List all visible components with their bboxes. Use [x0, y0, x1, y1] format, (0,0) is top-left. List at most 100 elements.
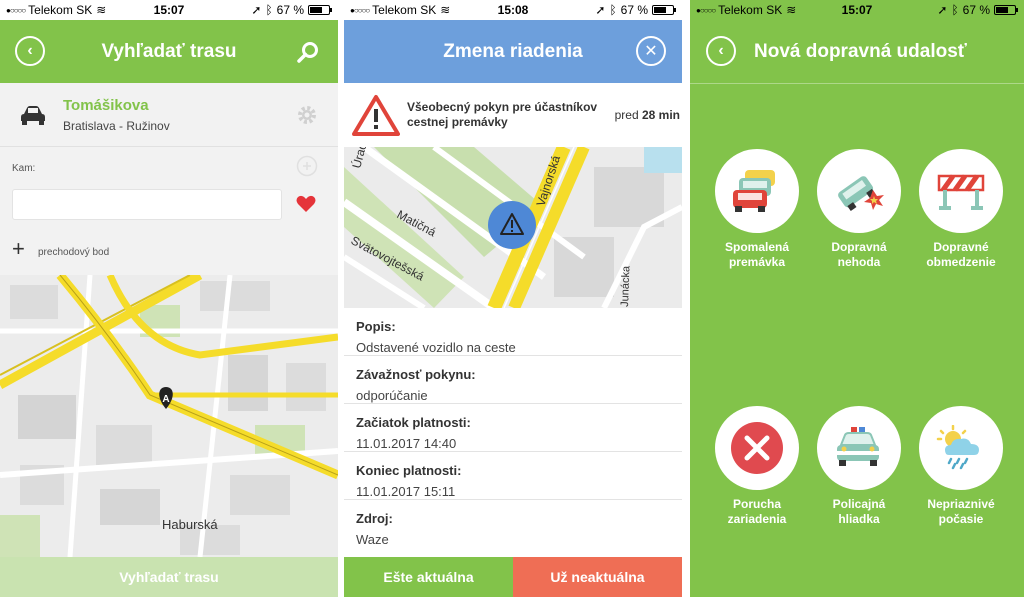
- clock: 15:08: [497, 3, 529, 17]
- category-police-patrol[interactable]: Policajná hliadka: [809, 406, 909, 527]
- category-label: Policajná hliadka: [809, 497, 909, 527]
- status-right: ➚ ᛒ 67 %: [937, 3, 1018, 17]
- detail-label: Začiatok platnosti:: [356, 415, 471, 430]
- destination-input[interactable]: [12, 189, 282, 220]
- origin-name: Tomášikova: [63, 97, 149, 114]
- still-valid-button[interactable]: Ešte aktuálna: [344, 557, 513, 597]
- category-label: Spomalená premávka: [707, 240, 807, 270]
- detail-list: Popis: Odstavené vozidlo na ceste Závažn…: [344, 308, 682, 557]
- category-slow-traffic[interactable]: Spomalená premávka: [707, 149, 807, 270]
- category-label-line1: Dopravné: [933, 240, 989, 254]
- category-accident[interactable]: Dopravná nehoda: [809, 149, 909, 270]
- battery-icon: [994, 5, 1018, 15]
- search-route-button[interactable]: Vyhľadať trasu: [0, 557, 338, 597]
- category-label-line1: Spomalená: [724, 240, 790, 254]
- destination-area: Kam: + prechodový bod: [0, 147, 338, 275]
- search-icon[interactable]: [296, 40, 320, 64]
- street-label: Junácka: [619, 265, 632, 307]
- alert-age: pred 28 min: [615, 108, 680, 122]
- gear-icon[interactable]: [296, 104, 318, 126]
- category-device-failure[interactable]: Porucha zariadenia: [707, 406, 807, 527]
- event-map-canvas: Úradnícka Matičná Svätovojtešská Junácka…: [344, 147, 682, 308]
- status-bar: ●○○○○ Telekom SK ≋ 15:08 ➚ ᛒ 67 %: [344, 0, 682, 20]
- roadblock-icon: [937, 174, 985, 210]
- clock: 15:07: [153, 3, 185, 17]
- status-bar: ●○○○○ Telekom SK ≋ 15:07 ➚ ᛒ 67 %: [0, 0, 338, 20]
- detail-value: 11.01.2017 15:11: [356, 484, 456, 499]
- category-bad-weather[interactable]: Nepriaznivé počasie: [911, 406, 1011, 527]
- detail-row: Popis: Odstavené vozidlo na ceste: [344, 308, 682, 356]
- alert-age-prefix: pred: [614, 108, 639, 122]
- battery-fill: [310, 7, 323, 13]
- not-valid-button[interactable]: Už neaktuálna: [513, 557, 682, 597]
- origin-row[interactable]: Tomášikova Bratislava - Ružinov: [0, 83, 338, 147]
- status-right: ➚ ᛒ 67 %: [251, 3, 332, 17]
- screen-traffic-control: ●○○○○ Telekom SK ≋ 15:08 ➚ ᛒ 67 % Zmena …: [344, 0, 682, 597]
- warning-icon: [352, 95, 400, 136]
- back-button[interactable]: ‹: [706, 36, 736, 66]
- detail-value: Waze: [356, 532, 389, 547]
- route-map[interactable]: A Haburská: [0, 275, 338, 557]
- detail-label: Zdroj:: [356, 511, 393, 526]
- signal-icon: ●○○○○: [696, 5, 716, 15]
- close-icon: ✕: [644, 43, 658, 60]
- category-label-line2: počasie: [938, 512, 984, 526]
- alert-header: Všeobecný pokyn pre účastníkov cestnej p…: [344, 83, 682, 147]
- carrier-label: Telekom SK: [718, 3, 783, 17]
- location-icon: ➚: [251, 3, 262, 17]
- category-roadworks[interactable]: Dopravné obmedzenie: [911, 149, 1011, 270]
- detail-row: Začiatok platnosti: 11.01.2017 14:40: [344, 404, 682, 452]
- detail-row: Závažnosť pokynu: odporúčanie: [344, 356, 682, 404]
- page-title: Vyhľadať trasu: [101, 40, 237, 62]
- event-map[interactable]: Úradnícka Matičná Svätovojtešská Junácka…: [344, 147, 682, 308]
- traffic-jam-icon: [733, 170, 775, 212]
- error-x-icon: [731, 422, 783, 474]
- category-bubble: [715, 406, 799, 490]
- category-label-line2: nehoda: [837, 255, 881, 269]
- waypoint-button[interactable]: prechodový bod: [38, 247, 109, 258]
- car-icon: [21, 106, 45, 125]
- detail-label: Závažnosť pokynu:: [356, 367, 476, 382]
- detail-label: Koniec platnosti:: [356, 463, 462, 478]
- clock: 15:07: [841, 3, 873, 17]
- status-right: ➚ ᛒ 67 %: [595, 3, 676, 17]
- category-label: Dopravná nehoda: [809, 240, 909, 270]
- category-bubble: [817, 406, 901, 490]
- back-button[interactable]: ‹: [15, 36, 45, 66]
- wifi-icon: ≋: [786, 3, 797, 17]
- police-car-icon: [837, 427, 879, 466]
- weather-icon: [936, 425, 979, 470]
- category-label-line1: Nepriaznivé: [927, 497, 995, 511]
- category-label-line1: Porucha: [732, 497, 781, 511]
- validity-buttons: Ešte aktuálna Už neaktuálna: [344, 557, 682, 597]
- category-label-line2: zariadenia: [727, 512, 787, 526]
- bluetooth-icon: ᛒ: [265, 3, 273, 17]
- signal-icon: ●○○○○: [6, 5, 26, 15]
- add-stop-icon[interactable]: [296, 155, 318, 177]
- detail-value: odporúčanie: [356, 388, 428, 403]
- page-title: Nová dopravná udalosť: [754, 40, 967, 62]
- category-label: Porucha zariadenia: [707, 497, 807, 527]
- battery-icon: [652, 5, 676, 15]
- header-divider: [690, 83, 1024, 84]
- signal-icon: ●○○○○: [350, 5, 370, 15]
- car-crash-icon: [838, 176, 884, 212]
- location-icon: ➚: [937, 3, 948, 17]
- category-label-line2: hliadka: [838, 512, 880, 526]
- screen-route-search: ●○○○○ Telekom SK ≋ 15:07 ➚ ᛒ 67 % ‹ Vyhľ…: [0, 0, 338, 597]
- detail-value: 11.01.2017 14:40: [356, 436, 457, 451]
- close-button[interactable]: ✕: [636, 36, 666, 66]
- detail-label: Popis:: [356, 319, 396, 334]
- wifi-icon: ≋: [440, 3, 451, 17]
- category-bubble: [919, 149, 1003, 233]
- heart-icon[interactable]: [296, 195, 316, 213]
- plus-icon[interactable]: +: [12, 238, 25, 260]
- alert-age-value: 28 min: [641, 108, 680, 122]
- battery-fill: [654, 7, 667, 13]
- origin-address: Bratislava - Ružinov: [63, 119, 170, 133]
- screen-new-event: ●○○○○ Telekom SK ≋ 15:07 ➚ ᛒ 67 % ‹ Nová…: [690, 0, 1024, 597]
- bluetooth-icon: ᛒ: [609, 3, 617, 17]
- carrier-label: Telekom SK: [28, 3, 93, 17]
- category-label: Nepriaznivé počasie: [911, 497, 1011, 527]
- category-bubble: [817, 149, 901, 233]
